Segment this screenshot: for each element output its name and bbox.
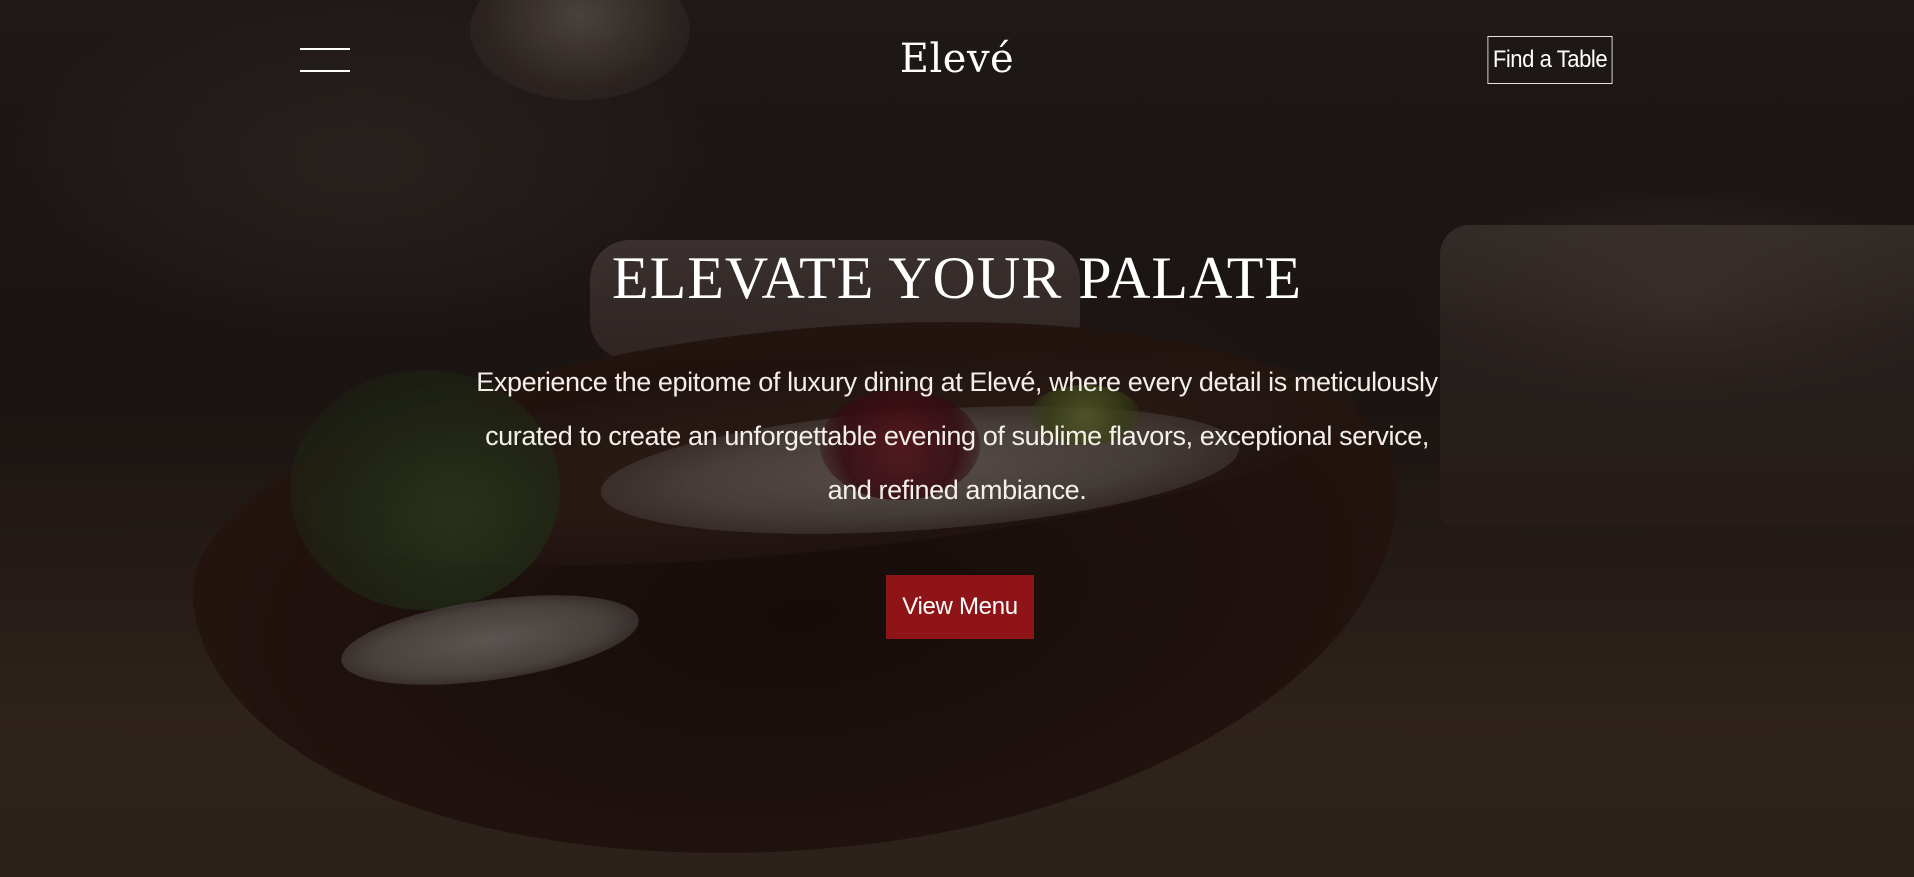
menu-bar-bottom: [300, 70, 350, 72]
site-header: Elevé Find a Table: [0, 0, 1914, 120]
menu-bar-top: [300, 48, 350, 50]
hero-description: Experience the epitome of luxury dining …: [476, 367, 1438, 505]
hero-content: ELEVATE YOUR PALATE Experience the epito…: [0, 0, 1914, 877]
find-a-table-button[interactable]: Find a Table: [1487, 36, 1613, 84]
hero-section: Elevé Find a Table ELEVATE YOUR PALATE E…: [0, 0, 1914, 877]
view-menu-button[interactable]: View Menu: [886, 575, 1034, 639]
site-logo[interactable]: Elevé: [900, 36, 1014, 82]
hamburger-icon[interactable]: [300, 46, 350, 76]
hero-title: ELEVATE YOUR PALATE: [611, 245, 1303, 311]
